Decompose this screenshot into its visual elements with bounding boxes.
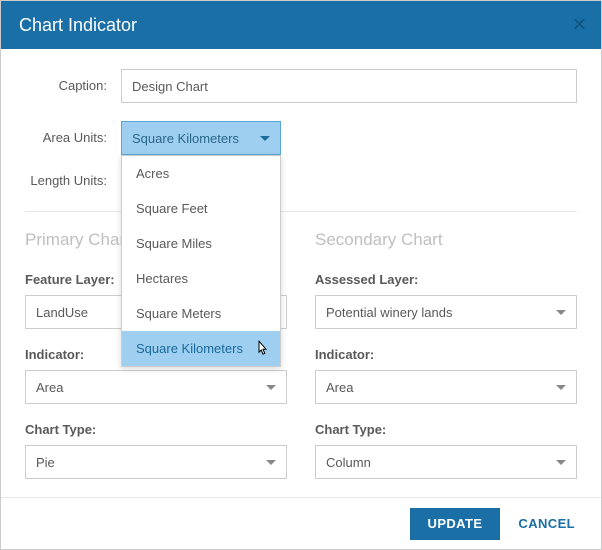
chevron-down-icon [556,385,566,390]
primary-indicator-select[interactable]: Area [25,370,287,404]
primary-chart-type-select[interactable]: Pie [25,445,287,479]
secondary-chart-heading: Secondary Chart [315,230,577,250]
primary-chart-type-label: Chart Type: [25,422,287,437]
secondary-chart-type-select[interactable]: Column [315,445,577,479]
dialog-content: Caption: Area Units: Square Kilometers A… [1,49,601,497]
area-units-label: Area Units: [25,130,121,146]
close-icon[interactable]: ✕ [572,15,587,36]
caption-row: Caption: [25,69,577,103]
secondary-indicator-value: Area [326,380,353,395]
divider [25,211,577,212]
assessed-layer-value: Potential winery lands [326,305,452,320]
area-units-option-square-miles[interactable]: Square Miles [122,226,280,261]
chevron-down-icon [260,136,270,141]
cursor-pointer-icon [254,340,270,362]
cancel-button[interactable]: CANCEL [508,516,585,531]
secondary-chart-type-label: Chart Type: [315,422,577,437]
secondary-indicator-select[interactable]: Area [315,370,577,404]
area-units-row: Area Units: Square Kilometers Acres Squa… [25,121,577,155]
charts-row: Primary Chart Feature Layer: LandUse Ind… [25,230,577,497]
caption-input[interactable] [121,69,577,103]
caption-label: Caption: [25,78,121,94]
feature-layer-value: LandUse [36,305,88,320]
length-units-label: Length Units: [25,173,121,189]
area-units-option-square-meters[interactable]: Square Meters [122,296,280,331]
chevron-down-icon [266,460,276,465]
area-units-option-hectares[interactable]: Hectares [122,261,280,296]
secondary-chart-type-value: Column [326,455,371,470]
assessed-layer-select[interactable]: Potential winery lands [315,295,577,329]
secondary-chart-col: Secondary Chart Assessed Layer: Potentia… [315,230,577,497]
update-button[interactable]: UPDATE [410,508,501,540]
length-units-row: Length Units: [25,173,577,189]
chevron-down-icon [266,385,276,390]
area-units-option-acres[interactable]: Acres [122,156,280,191]
area-units-dropdown: Acres Square Feet Square Miles Hectares … [121,155,281,367]
dialog-footer: UPDATE CANCEL [1,497,601,549]
primary-indicator-value: Area [36,380,63,395]
dialog-title: Chart Indicator [19,15,137,36]
assessed-layer-label: Assessed Layer: [315,272,577,287]
option-label: Square Kilometers [136,341,243,356]
area-units-option-square-kilometers[interactable]: Square Kilometers [122,331,280,366]
chevron-down-icon [556,310,566,315]
area-units-select-wrap: Square Kilometers Acres Square Feet Squa… [121,121,281,155]
secondary-indicator-label: Indicator: [315,347,577,362]
dialog-titlebar: Chart Indicator ✕ [1,1,601,49]
area-units-select[interactable]: Square Kilometers [121,121,281,155]
area-units-option-square-feet[interactable]: Square Feet [122,191,280,226]
area-units-value: Square Kilometers [132,131,239,146]
chevron-down-icon [556,460,566,465]
primary-chart-type-value: Pie [36,455,55,470]
